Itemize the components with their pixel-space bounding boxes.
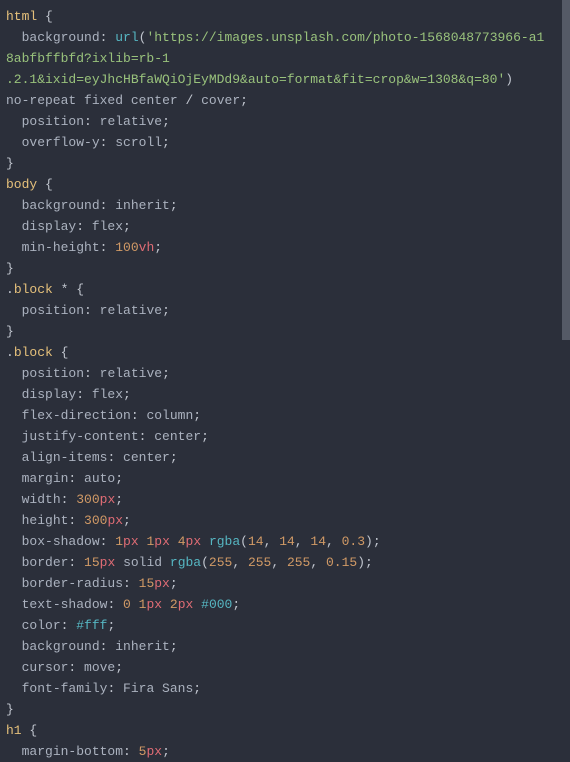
- vertical-scrollbar[interactable]: [562, 0, 570, 762]
- css-code-block[interactable]: html { background: url('https://images.u…: [0, 0, 570, 762]
- vertical-scrollbar-thumb[interactable]: [562, 0, 570, 340]
